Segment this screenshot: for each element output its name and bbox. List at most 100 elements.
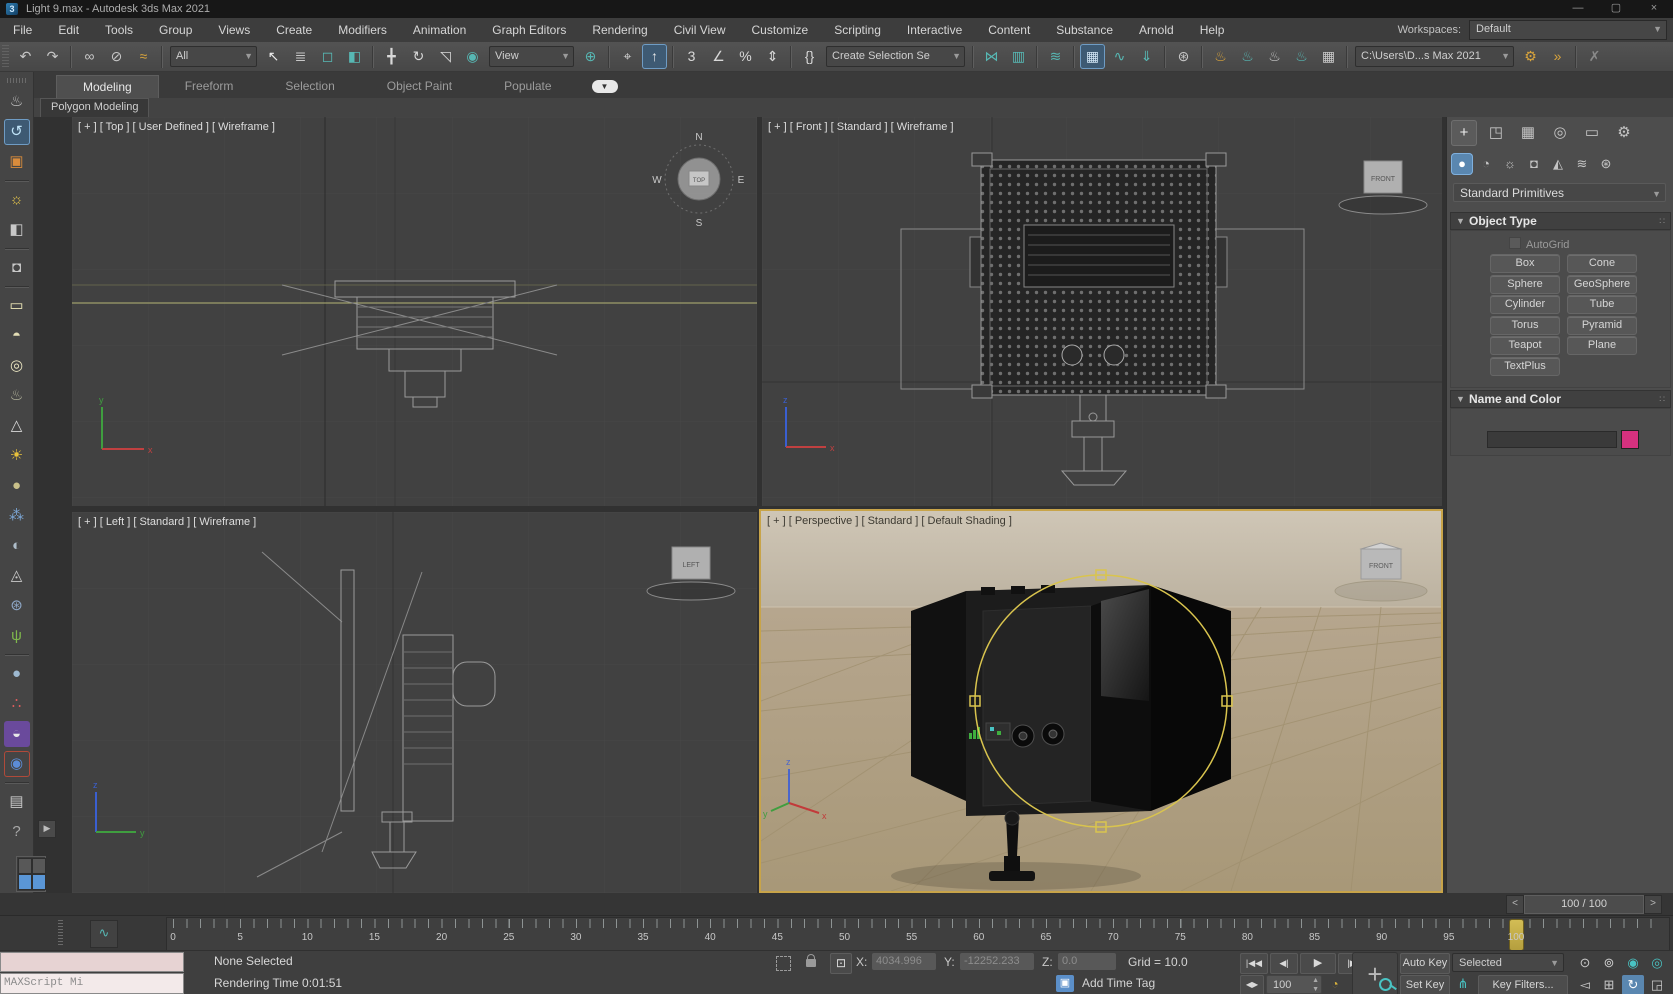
objecttype-sphere[interactable]: Sphere bbox=[1490, 274, 1560, 294]
viewport-front-label[interactable]: [ + ] [ Front ] [ Standard ] [ Wireframe… bbox=[768, 121, 954, 133]
name-color-rollout-header[interactable]: ▼ Name and Color ∷ bbox=[1450, 390, 1671, 408]
mini-curve-editor-icon[interactable]: ∿ bbox=[90, 920, 118, 948]
menu-customize[interactable]: Customize bbox=[739, 19, 822, 42]
menu-group[interactable]: Group bbox=[146, 19, 205, 42]
category-dropdown[interactable]: Standard Primitives ▼ bbox=[1453, 183, 1666, 202]
render-setup-icon[interactable]: ♨ bbox=[1208, 44, 1233, 69]
palette-icon[interactable]: ◒ bbox=[3, 721, 30, 747]
sphere-blue-icon[interactable]: ● bbox=[4, 661, 30, 687]
use-pivot-center-icon[interactable]: ⊕ bbox=[578, 44, 603, 69]
objecttype-box[interactable]: Box bbox=[1490, 254, 1560, 273]
objecttype-teapot[interactable]: Teapot bbox=[1490, 336, 1560, 355]
select-sphere-icon[interactable]: ◉ bbox=[4, 751, 30, 777]
time-configuration-icon[interactable]: ◔ bbox=[1326, 975, 1344, 994]
ribbon-toggle-icon[interactable]: ⇓ bbox=[1134, 44, 1159, 69]
minimize-button[interactable]: — bbox=[1559, 0, 1597, 18]
maxscript-mini-listener[interactable]: MAXScript Mi bbox=[0, 973, 184, 994]
systems-category[interactable]: ⊛ bbox=[1595, 153, 1617, 175]
key-mode-dropdown[interactable]: Selected ▼ bbox=[1452, 953, 1564, 972]
spinner-snap-toggle[interactable]: ⇕ bbox=[760, 44, 785, 69]
area-light-icon[interactable]: ▭ bbox=[4, 293, 30, 319]
zoom-extents-all-icon[interactable]: ◎ bbox=[1646, 953, 1668, 973]
absolute-mode-toggle[interactable]: ⊡ bbox=[830, 953, 852, 974]
motion-tab[interactable]: ◎ bbox=[1547, 120, 1573, 146]
set-key-button[interactable]: Set Key bbox=[1400, 975, 1450, 994]
isolate-selection-toggle[interactable] bbox=[776, 956, 791, 971]
helpers-category[interactable]: ◭ bbox=[1547, 153, 1569, 175]
reference-coordinate-dropdown[interactable]: View ▼ bbox=[489, 46, 574, 67]
menu-scripting[interactable]: Scripting bbox=[821, 19, 894, 42]
select-and-manipulate-icon[interactable]: ⌖ bbox=[615, 44, 640, 69]
ribbon-tab-selection[interactable]: Selection bbox=[259, 75, 360, 98]
zoom-icon[interactable]: ⊙ bbox=[1574, 953, 1596, 973]
object-type-rollout-header[interactable]: ▼ Object Type ∷ bbox=[1450, 212, 1671, 230]
disc-light-icon[interactable]: ◎ bbox=[4, 353, 30, 379]
previous-frame-button[interactable]: ◀| bbox=[1270, 953, 1298, 974]
viewport-perspective[interactable]: [ + ] [ Perspective ] [ Standard ] [ Def… bbox=[759, 488, 1443, 893]
objecttype-textplus[interactable]: TextPlus bbox=[1490, 356, 1560, 376]
viewport-front[interactable]: [ + ] [ Front ] [ Standard ] [ Wireframe… bbox=[762, 117, 1442, 506]
selection-lock-icon[interactable] bbox=[806, 954, 816, 967]
viewport-left-label[interactable]: [ + ] [ Left ] [ Standard ] [ Wireframe … bbox=[78, 516, 256, 528]
menu-graph-editors[interactable]: Graph Editors bbox=[479, 19, 579, 42]
play-button[interactable]: ▶ bbox=[1300, 953, 1336, 974]
geometry-category[interactable]: ● bbox=[1451, 153, 1473, 175]
cameras-category[interactable]: ◘ bbox=[1523, 153, 1545, 175]
viewport-perspective-label[interactable]: [ + ] [ Perspective ] [ Standard ] [ Def… bbox=[767, 515, 1012, 527]
time-ruler[interactable]: 0 5 10 15 20 25 30 35 40 45 50 55 60 65 70 75 80 85 90 95 10… bbox=[166, 917, 1670, 952]
redo-icon[interactable]: ↷ bbox=[40, 44, 65, 69]
key-filters-button[interactable]: Key Filters... bbox=[1478, 975, 1568, 994]
project-folder-dropdown[interactable]: C:\Users\D...s Max 2021 ▼ bbox=[1355, 46, 1514, 67]
go-to-start-button[interactable]: |◀◀ bbox=[1240, 953, 1268, 974]
x-coordinate-field[interactable]: 4034.996 bbox=[872, 953, 936, 970]
selection-filter-dropdown[interactable]: All ▼ bbox=[170, 46, 257, 67]
objecttype-geosphere[interactable]: GeoSphere bbox=[1567, 274, 1637, 294]
y-coordinate-field[interactable]: -12252.233 bbox=[960, 953, 1034, 970]
select-by-name-icon[interactable]: ≣ bbox=[288, 44, 313, 69]
auto-key-button[interactable]: Auto Key bbox=[1400, 953, 1450, 974]
toolbar-flyout-arrow[interactable]: ▶ bbox=[38, 820, 56, 838]
objecttype-torus[interactable]: Torus bbox=[1490, 315, 1560, 335]
sphere-khaki-icon[interactable]: ● bbox=[4, 473, 30, 499]
maxscript-mini-listener-pink[interactable] bbox=[0, 952, 184, 972]
arc-rotate-light-icon[interactable]: ↺ bbox=[3, 119, 30, 145]
viewport-top[interactable]: [ + ] [ Top ] [ User Defined ] [ Wirefra… bbox=[72, 117, 757, 506]
scene-explorer-toggle[interactable]: ▦ bbox=[1080, 44, 1105, 69]
undo-icon[interactable]: ↶ bbox=[13, 44, 38, 69]
workspaces-dropdown[interactable]: Default ▼ bbox=[1469, 20, 1667, 40]
color-spheres-icon[interactable]: ∴ bbox=[4, 691, 30, 717]
lights-category[interactable]: ☼ bbox=[1499, 153, 1521, 175]
zoom-region-icon[interactable]: ◅ bbox=[1574, 975, 1596, 994]
sun-light-icon[interactable]: ☀ bbox=[4, 443, 30, 469]
menu-modifiers[interactable]: Modifiers bbox=[325, 19, 400, 42]
orbit-icon[interactable]: ↻ bbox=[1622, 975, 1644, 994]
create-tab[interactable]: + bbox=[1451, 120, 1477, 146]
objecttype-cone[interactable]: Cone bbox=[1567, 254, 1637, 273]
named-selection-dropdown[interactable]: Create Selection Se ▼ bbox=[826, 46, 965, 67]
camera-speaker-icon[interactable]: ◘ bbox=[4, 255, 30, 281]
light-lister-icon[interactable]: ☼ bbox=[4, 187, 30, 213]
frame-forward-button[interactable]: > bbox=[1644, 895, 1662, 914]
teapot-wire-icon[interactable]: ♨ bbox=[4, 383, 30, 409]
toolbar-grip[interactable] bbox=[2, 44, 9, 69]
maximize-button[interactable]: ▢ bbox=[1597, 0, 1635, 18]
set-keys-button[interactable]: + bbox=[1352, 952, 1398, 994]
select-and-move-icon[interactable]: ╋ bbox=[379, 44, 404, 69]
select-and-rotate-icon[interactable]: ↻ bbox=[406, 44, 431, 69]
menu-civil-view[interactable]: Civil View bbox=[661, 19, 739, 42]
camera-rig-icon[interactable]: ◬ bbox=[4, 563, 30, 589]
frame-back-button[interactable]: < bbox=[1506, 895, 1524, 914]
object-name-input[interactable] bbox=[1487, 431, 1617, 448]
select-and-place-icon[interactable]: ◉ bbox=[460, 44, 485, 69]
key-filter-icon[interactable]: ⋔ bbox=[1452, 975, 1474, 994]
objecttype-tube[interactable]: Tube bbox=[1567, 295, 1637, 314]
layer-manager-icon[interactable]: ≋ bbox=[1043, 44, 1068, 69]
camera-clapper-icon[interactable]: ◧ bbox=[4, 217, 30, 243]
percent-snap-toggle[interactable]: % bbox=[733, 44, 758, 69]
teapot-render-icon[interactable]: ♨ bbox=[4, 89, 30, 115]
viewport-top-label[interactable]: [ + ] [ Top ] [ User Defined ] [ Wirefra… bbox=[78, 121, 275, 133]
menu-file[interactable]: File bbox=[0, 19, 45, 42]
help-icon[interactable]: ? bbox=[4, 819, 30, 845]
rendered-frame-window-icon[interactable]: ♨ bbox=[1235, 44, 1260, 69]
select-and-link-icon[interactable]: ∞ bbox=[77, 44, 102, 69]
